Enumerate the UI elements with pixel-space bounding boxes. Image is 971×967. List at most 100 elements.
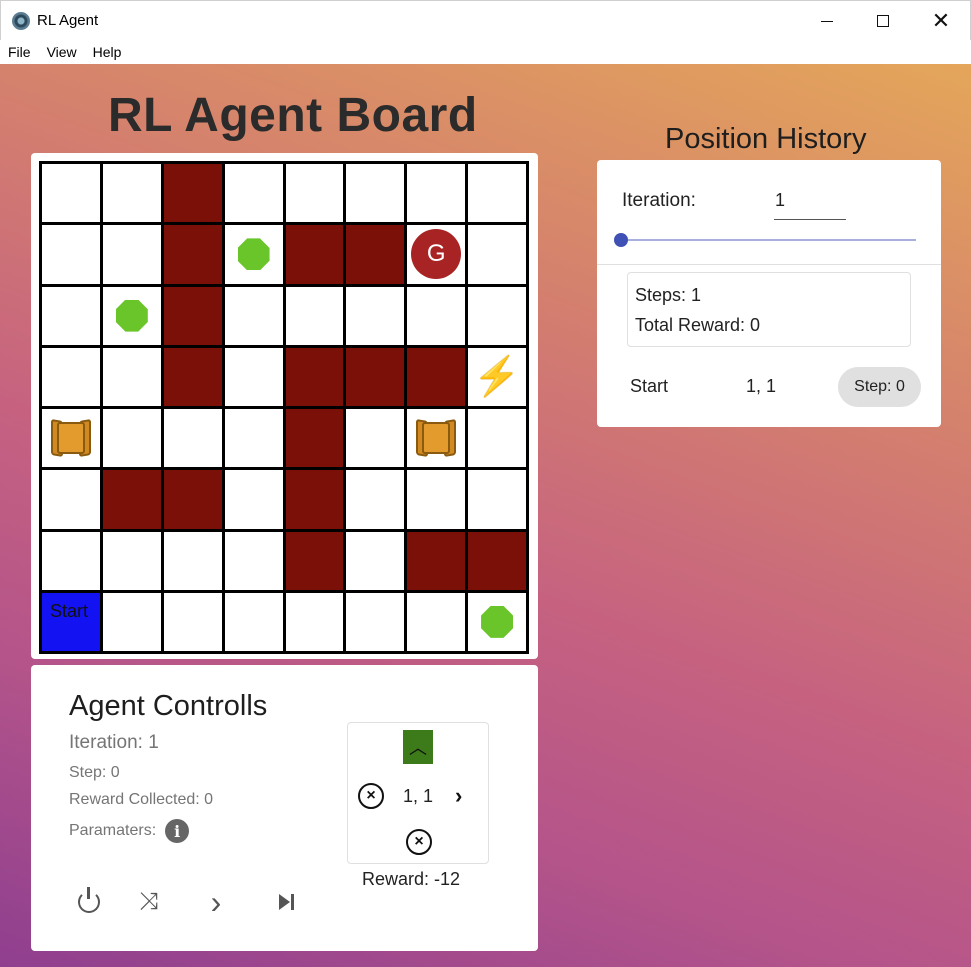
board-cell-empty [468,470,526,529]
start-label: Start [50,600,89,621]
board-cell-empty [468,286,526,345]
reset-button[interactable] [72,885,106,919]
parameters-label: Paramaters: [69,822,157,839]
board-cell-empty [407,286,466,345]
iteration-slider-track[interactable] [621,239,916,241]
iteration-slider-thumb[interactable] [614,233,628,247]
step-button[interactable]: › [199,883,233,920]
menu-file[interactable]: File [8,44,31,60]
board-cell-empty [42,225,100,284]
move-right-button[interactable]: › [455,783,462,809]
skip-next-icon [278,894,294,910]
board-cell-empty [285,592,344,651]
agent-position: 1, 1 [403,786,434,806]
chevron-right-icon: › [455,783,463,808]
menu-view[interactable]: View [47,44,77,60]
close-icon: ✕ [931,8,951,33]
window-titlebar: RL Agent ✕ [0,0,971,40]
board-cell-wall [468,531,526,590]
agent-controls-card: Agent Controlls Iteration: 1 Step: 0 Rew… [31,665,538,951]
board-cell-empty [468,409,526,468]
board-cell-wall [285,470,344,529]
board-cell-wall [285,225,344,284]
gem-icon [237,238,270,271]
board-cell-empty [224,470,283,529]
board-cell-chest [42,409,100,468]
history-step-chip[interactable]: Step: 0 [838,367,921,407]
board-cell-empty [285,164,344,223]
controls-parameters: Paramaters: i [69,819,190,843]
gem-icon [115,299,148,332]
board-cell-empty [224,592,283,651]
board-cell-empty [102,531,161,590]
goal-icon: G [411,229,462,280]
move-up-button[interactable]: ︿ [403,730,433,764]
controls-step: Step: 0 [69,764,120,781]
controls-iteration: Iteration: 1 [69,732,159,753]
board-cell-wall [346,225,405,284]
board-cell-empty [224,347,283,406]
power-icon [78,887,100,913]
board-cell-empty [163,409,222,468]
board-cell-wall [102,470,161,529]
board-cell-goal: G [407,225,466,284]
board-cell-empty [346,164,405,223]
board-cell-empty [42,164,100,223]
board-cell-empty [346,286,405,345]
treasure-chest-icon [416,418,457,458]
board-cell-empty [224,531,283,590]
move-left-blocked: × [358,783,384,809]
blocked-icon: × [358,783,384,809]
shuffle-button[interactable]: ⤨ [132,885,166,919]
iteration-label: Iteration: [622,190,696,211]
board-cell-empty [346,409,405,468]
info-icon[interactable]: i [165,819,190,843]
board-cell-empty [42,531,100,590]
app-icon [12,12,30,30]
board-cell-empty [102,164,161,223]
board-cell-bolt: ⚡ [468,347,526,406]
treasure-chest-icon [50,418,91,458]
skip-button[interactable] [269,885,303,919]
minimize-button[interactable] [798,1,856,41]
board-cell-empty [346,531,405,590]
board-cell-wall [407,347,466,406]
menu-bar: File View Help [0,40,971,64]
board-cell-empty [42,470,100,529]
board-cell-gem [468,592,526,651]
board-cell-wall [163,225,222,284]
board-cell-wall [285,531,344,590]
board-cell-wall [163,470,222,529]
minimize-icon [821,20,833,22]
direction-pad: ︿ × 1, 1 › × [347,722,489,864]
window-title: RL Agent [37,12,99,29]
move-down-blocked: × [406,829,432,855]
history-entry-position: 1, 1 [746,376,777,396]
history-steps: Steps: 1 [635,285,702,305]
board-cell-empty [224,409,283,468]
board-cell-empty [102,225,161,284]
chevron-right-icon: › [210,883,222,920]
history-total-reward: Total Reward: 0 [635,315,761,335]
board-cell-wall [163,164,222,223]
board-cell-wall [407,531,466,590]
close-button[interactable]: ✕ [912,1,970,41]
board-cell-empty [407,164,466,223]
iteration-input[interactable]: 1 [774,190,846,220]
lightning-icon: ⚡ [473,355,521,398]
board-cell-gem [102,286,161,345]
controls-title: Agent Controlls [69,690,268,722]
board-cell-empty [468,225,526,284]
blocked-icon: × [406,829,432,855]
position-history-card: Iteration: 1 Steps: 1 Total Reward: 0 St… [597,160,941,427]
board-title: RL Agent Board [108,89,478,142]
menu-help[interactable]: Help [93,44,122,60]
board-cell-empty [346,592,405,651]
maximize-button[interactable] [854,1,912,41]
shuffle-icon: ⤨ [139,888,159,915]
divider [597,264,941,265]
move-reward: Reward: -12 [362,869,461,889]
board-cell-gem [224,225,283,284]
history-title: Position History [665,123,867,155]
maximize-icon [877,15,889,27]
